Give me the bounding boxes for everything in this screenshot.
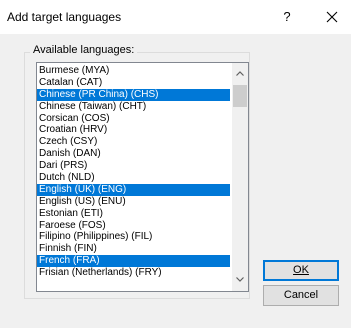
language-list-item[interactable]: Filipino (Philippines) (FIL): [37, 231, 230, 243]
language-list-item[interactable]: Frisian (Netherlands) (FRY): [37, 267, 230, 279]
language-list-item[interactable]: Dutch (NLD): [37, 172, 230, 184]
close-icon: [326, 11, 338, 23]
dialog-title: Add target languages: [7, 10, 122, 24]
language-list-item[interactable]: Czech (CSY): [37, 136, 230, 148]
language-list-item[interactable]: Finnish (FIN): [37, 243, 230, 255]
help-button[interactable]: ?: [278, 8, 296, 26]
cancel-button-label: Cancel: [283, 289, 319, 301]
scroll-up-button[interactable]: [232, 67, 248, 83]
language-list-item[interactable]: Chinese (Taiwan) (CHT): [37, 101, 230, 113]
ok-button-label: OK: [293, 264, 309, 276]
close-button[interactable]: [320, 5, 344, 29]
language-list-item[interactable]: Faroese (FOS): [37, 220, 230, 232]
language-list-item[interactable]: English (UK) (ENG): [37, 183, 230, 196]
language-list-item[interactable]: Catalan (CAT): [37, 77, 230, 89]
languages-listbox[interactable]: Burmese (MYA) Catalan (CAT) Chinese (PR Ch…: [36, 62, 249, 292]
language-list-item[interactable]: Estonian (ETI): [37, 208, 230, 220]
language-list-item[interactable]: Croatian (HRV): [37, 124, 230, 136]
language-list-item[interactable]: Corsican (COS): [37, 113, 230, 125]
language-list-item[interactable]: Danish (DAN): [37, 148, 230, 160]
title-bar: Add target languages ?: [0, 0, 351, 34]
cancel-button[interactable]: Cancel: [263, 285, 339, 306]
chevron-down-icon: [236, 277, 244, 282]
scrollbar-thumb[interactable]: [233, 85, 247, 107]
language-list-item[interactable]: Burmese (MYA): [37, 65, 230, 77]
language-list-item[interactable]: English (US) (ENU): [37, 196, 230, 208]
chevron-up-icon: [236, 71, 244, 76]
vertical-scrollbar[interactable]: [232, 63, 248, 291]
available-languages-label: Available languages:: [30, 44, 138, 56]
languages-list: Burmese (MYA) Catalan (CAT) Chinese (PR Ch…: [37, 65, 230, 279]
scroll-down-button[interactable]: [232, 273, 248, 289]
ok-button[interactable]: OK: [263, 260, 339, 281]
language-list-item[interactable]: Chinese (PR China) (CHS): [37, 88, 230, 101]
language-list-item[interactable]: Dari (PRS): [37, 160, 230, 172]
language-list-item[interactable]: French (FRA): [37, 255, 230, 268]
